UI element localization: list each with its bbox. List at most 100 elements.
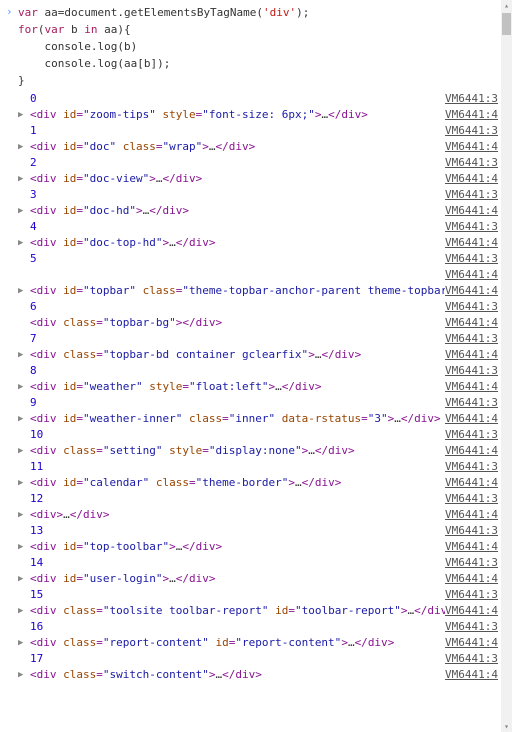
expand-triangle-icon[interactable]: ▶ [18, 236, 30, 248]
console-index-row: 4VM6441:3 [6, 219, 512, 235]
source-link[interactable]: VM6441:4 [445, 140, 498, 153]
row-content[interactable]: <div id="doc-view">…</div> [30, 172, 445, 185]
source-link[interactable]: VM6441:3 [445, 460, 498, 473]
row-content: 16 [30, 620, 445, 633]
expand-triangle-icon[interactable]: ▶ [18, 540, 30, 552]
source-link[interactable]: VM6441:4 [445, 412, 498, 425]
expand-triangle-icon[interactable]: ▶ [18, 204, 30, 216]
expand-triangle-icon[interactable]: ▶ [18, 348, 30, 360]
source-link[interactable]: VM6441:4 [445, 284, 498, 297]
console-index-row: 17VM6441:3 [6, 651, 512, 667]
scrollbar-thumb[interactable] [502, 13, 511, 35]
expand-triangle-icon[interactable]: ▶ [18, 380, 30, 392]
console-element-row: <div class="topbar-bg"></div>VM6441:4 [6, 315, 512, 331]
expand-triangle-icon[interactable]: ▶ [18, 412, 30, 424]
row-content[interactable]: <div id="weather-inner" class="inner" da… [30, 412, 445, 425]
source-link[interactable]: VM6441:4 [445, 444, 498, 457]
source-link[interactable]: VM6441:4 [445, 316, 498, 329]
source-link[interactable]: VM6441:4 [445, 476, 498, 489]
source-link[interactable]: VM6441:3 [445, 188, 498, 201]
source-link[interactable]: VM6441:4 [445, 236, 498, 249]
source-link[interactable]: VM6441:3 [445, 332, 498, 345]
row-content: 3 [30, 188, 445, 201]
console-index-row: 12VM6441:3 [6, 491, 512, 507]
row-content[interactable]: <div id="calendar" class="theme-border">… [30, 476, 445, 489]
source-link[interactable]: VM6441:3 [445, 428, 498, 441]
console-element-row: ▶<div id="doc-view">…</div>VM6441:4 [6, 171, 512, 187]
console-element-row: ▶<div id="user-login">…</div>VM6441:4 [6, 571, 512, 587]
row-content[interactable]: <div class="report-content" id="report-c… [30, 636, 445, 649]
row-content: 12 [30, 492, 445, 505]
row-content[interactable]: <div id="user-login">…</div> [30, 572, 445, 585]
expand-triangle-icon[interactable]: ▶ [18, 636, 30, 648]
console-index-row: 16VM6441:3 [6, 619, 512, 635]
row-content[interactable]: <div id="top-toolbar">…</div> [30, 540, 445, 553]
source-link[interactable]: VM6441:4 [445, 508, 498, 521]
row-content[interactable]: <div id="doc-hd">…</div> [30, 204, 445, 217]
row-content[interactable]: <div id="topbar" class="theme-topbar-anc… [30, 284, 445, 297]
expand-triangle-icon[interactable]: ▶ [18, 172, 30, 184]
row-content[interactable]: <div id="weather" style="float:left">…</… [30, 380, 445, 393]
source-link[interactable]: VM6441:4 [445, 380, 498, 393]
source-link[interactable]: VM6441:4 [445, 348, 498, 361]
source-link[interactable]: VM6441:4 [445, 108, 498, 121]
console-element-row: ▶<div id="calendar" class="theme-border"… [6, 475, 512, 491]
source-link[interactable]: VM6441:3 [445, 396, 498, 409]
source-link[interactable]: VM6441:3 [445, 300, 498, 313]
expand-triangle-icon[interactable]: ▶ [18, 444, 30, 456]
expand-triangle-icon[interactable]: ▶ [18, 668, 30, 680]
console-element-row: ▶<div class="setting" style="display:non… [6, 443, 512, 459]
source-link[interactable]: VM6441:3 [445, 364, 498, 377]
source-link[interactable]: VM6441:3 [445, 556, 498, 569]
source-link[interactable]: VM6441:4 [445, 268, 498, 281]
console-element-row: ▶<div id="doc-top-hd">…</div>VM6441:4 [6, 235, 512, 251]
row-content[interactable]: <div class="switch-content">…</div> [30, 668, 445, 681]
scroll-down-icon[interactable]: ▾ [501, 721, 512, 732]
source-link[interactable]: VM6441:3 [445, 652, 498, 665]
source-link[interactable]: VM6441:3 [445, 492, 498, 505]
console-index-row: 11VM6441:3 [6, 459, 512, 475]
expand-triangle-icon[interactable]: ▶ [18, 140, 30, 152]
row-content[interactable]: <div>…</div> [30, 508, 445, 521]
source-link[interactable]: VM6441:4 [445, 540, 498, 553]
row-content[interactable]: <div class="toolsite toolbar-report" id=… [30, 604, 445, 617]
expand-triangle-icon[interactable]: ▶ [18, 604, 30, 616]
row-content[interactable]: <div class="setting" style="display:none… [30, 444, 445, 457]
console-element-row: ▶<div id="doc-hd">…</div>VM6441:4 [6, 203, 512, 219]
expand-triangle-icon[interactable]: ▶ [18, 572, 30, 584]
expand-triangle-icon[interactable]: ▶ [18, 284, 30, 296]
row-content: 7 [30, 332, 445, 345]
row-content[interactable]: <div id="doc-top-hd">…</div> [30, 236, 445, 249]
row-content: 6 [30, 300, 445, 313]
spacer [18, 300, 30, 302]
source-link[interactable]: VM6441:3 [445, 524, 498, 537]
source-link[interactable]: VM6441:3 [445, 220, 498, 233]
source-link[interactable]: VM6441:4 [445, 172, 498, 185]
row-content[interactable]: <div id="zoom-tips" style="font-size: 6p… [30, 108, 445, 121]
source-link[interactable]: VM6441:3 [445, 588, 498, 601]
source-link[interactable]: VM6441:3 [445, 252, 498, 265]
row-content[interactable]: <div id="doc" class="wrap">…</div> [30, 140, 445, 153]
source-link[interactable]: VM6441:3 [445, 124, 498, 137]
row-content[interactable]: <div class="topbar-bg"></div> [30, 316, 445, 329]
console-index-row: 3VM6441:3 [6, 187, 512, 203]
console-index-row: 6VM6441:3 [6, 299, 512, 315]
source-link[interactable]: VM6441:4 [445, 604, 498, 617]
row-content: 11 [30, 460, 445, 473]
expand-triangle-icon[interactable]: ▶ [18, 508, 30, 520]
source-link[interactable]: VM6441:3 [445, 620, 498, 633]
source-link[interactable]: VM6441:4 [445, 572, 498, 585]
console-input[interactable]: › var aa=document.getElementsByTagName('… [6, 2, 512, 91]
row-content: 17 [30, 652, 445, 665]
vertical-scrollbar[interactable]: ▴ ▾ [501, 0, 512, 732]
source-link[interactable]: VM6441:4 [445, 636, 498, 649]
expand-triangle-icon[interactable]: ▶ [18, 476, 30, 488]
source-link[interactable]: VM6441:3 [445, 92, 498, 105]
source-link[interactable]: VM6441:4 [445, 668, 498, 681]
source-link[interactable]: VM6441:3 [445, 156, 498, 169]
row-content[interactable]: <div class="topbar-bd container gclearfi… [30, 348, 445, 361]
expand-triangle-icon[interactable]: ▶ [18, 108, 30, 120]
spacer [18, 460, 30, 462]
scroll-up-icon[interactable]: ▴ [501, 0, 512, 11]
source-link[interactable]: VM6441:4 [445, 204, 498, 217]
